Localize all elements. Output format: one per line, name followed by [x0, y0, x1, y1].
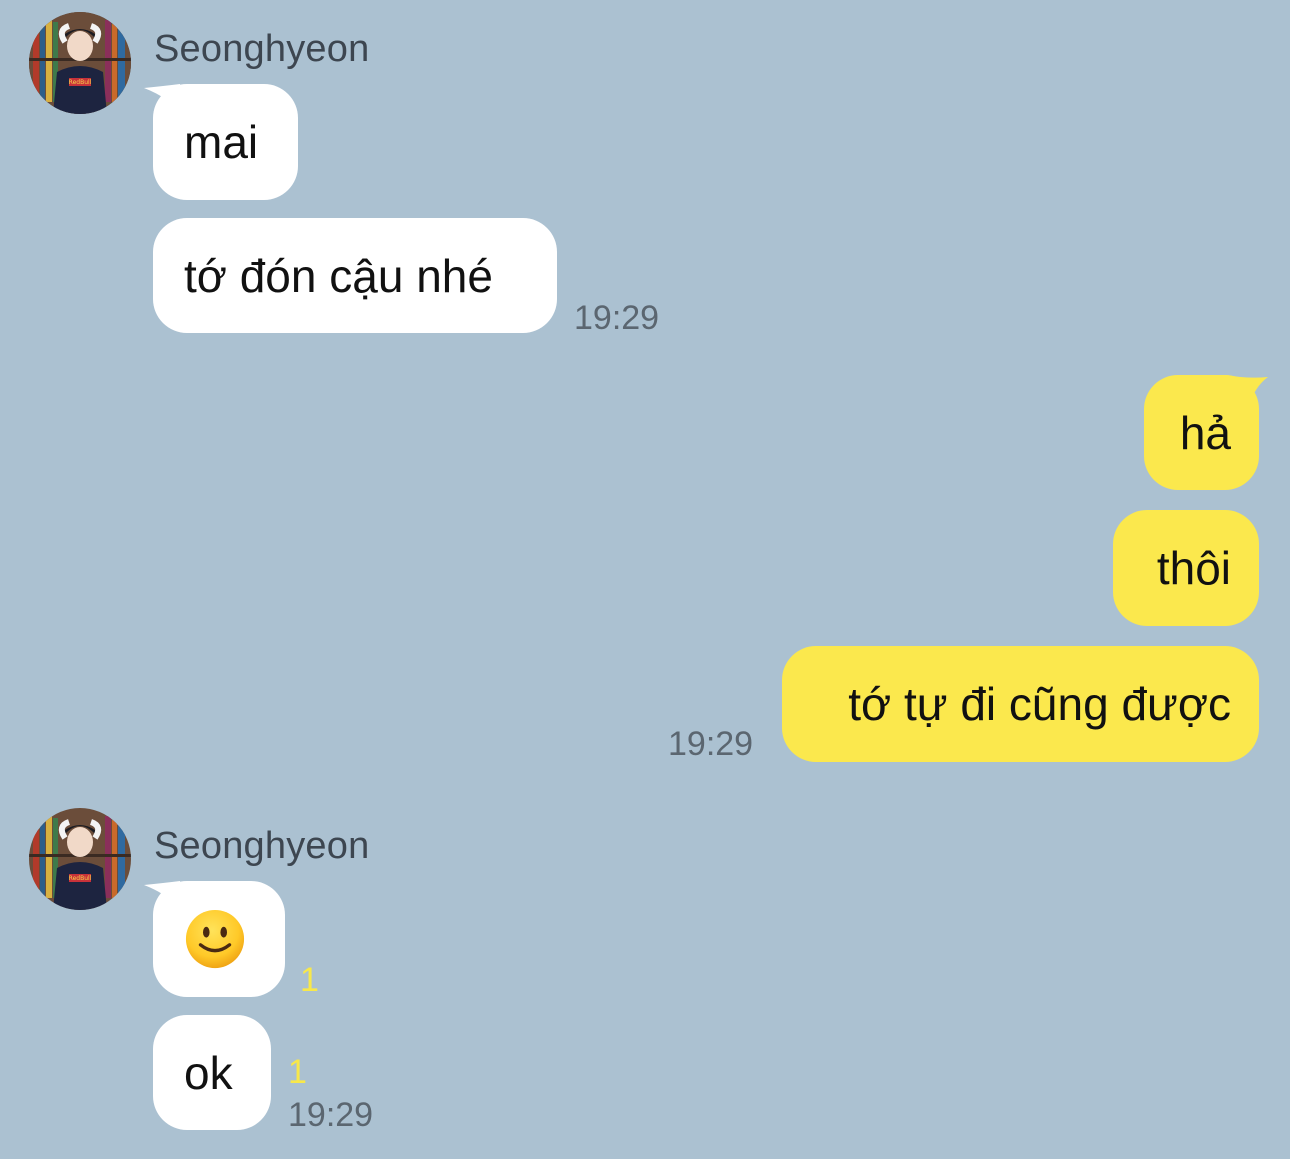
sender-avatar[interactable]: RedBull [29, 12, 131, 114]
incoming-message-bubble[interactable]: mai [153, 84, 298, 200]
message-timestamp: 19:29 [668, 725, 754, 763]
message-text: ok [184, 1046, 233, 1099]
message-text: hả [1179, 406, 1231, 459]
sender-name: Seonghyeon [154, 825, 370, 867]
outgoing-message-bubble[interactable]: thôi [1113, 510, 1259, 626]
avatar-photo-icon: RedBull [29, 808, 131, 910]
slightly-smiling-face-icon [185, 909, 245, 969]
sender-name: Seonghyeon [154, 28, 370, 70]
message-timestamp: 19:29 [574, 299, 660, 337]
sender-avatar[interactable]: RedBull [29, 808, 131, 910]
svg-text:RedBull: RedBull [69, 79, 92, 86]
chat-window: RedBull Seonghyeon mai tớ đón cậu nhé 19… [0, 0, 1290, 1159]
unread-count: 1 [288, 1053, 307, 1091]
message-text: tớ tự đi cũng được [848, 678, 1231, 730]
message-text: thôi [1156, 542, 1231, 594]
incoming-message-bubble[interactable]: tớ đón cậu nhé [153, 218, 557, 333]
incoming-message-bubble[interactable] [153, 881, 285, 997]
outgoing-message-bubble[interactable]: tớ tự đi cũng được [782, 646, 1259, 762]
outgoing-message-bubble[interactable]: hả [1144, 375, 1259, 490]
message-timestamp: 19:29 [288, 1096, 374, 1134]
message-text: mai [184, 116, 259, 168]
message-text: tớ đón cậu nhé [184, 249, 493, 302]
svg-text:RedBull: RedBull [69, 875, 92, 882]
incoming-message-bubble[interactable]: ok [153, 1015, 271, 1130]
avatar-photo-icon: RedBull [29, 12, 131, 114]
unread-count: 1 [300, 961, 319, 999]
